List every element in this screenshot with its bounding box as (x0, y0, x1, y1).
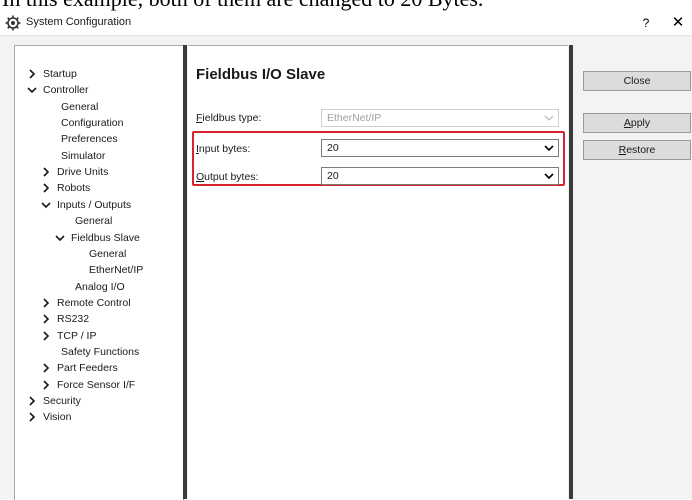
panel-divider[interactable] (183, 45, 187, 499)
chevron-right-icon[interactable] (41, 377, 51, 393)
tree-item[interactable]: Drive Units (15, 164, 181, 180)
chevron-down-icon (544, 145, 554, 152)
tree-item-label: Remote Control (57, 296, 131, 309)
tree-item-label: General (75, 215, 113, 228)
tree-item-label: Preferences (61, 133, 118, 146)
apply-button[interactable]: Apply (583, 113, 691, 133)
tree-item-label: Force Sensor I/F (57, 378, 136, 391)
tree-item[interactable]: Remote Control (15, 295, 181, 311)
tree-item[interactable]: Configuration (15, 115, 181, 131)
tree-item-label: RS232 (57, 313, 90, 326)
tree-item-label: Vision (43, 411, 72, 424)
tree-item-label: Simulator (61, 149, 106, 162)
chevron-right-icon[interactable] (41, 360, 51, 376)
tree-item-label: Part Feeders (57, 362, 118, 375)
panel-divider[interactable] (569, 45, 573, 499)
page-title: Fieldbus I/O Slave (196, 66, 326, 83)
tree-item-label: TCP / IP (57, 329, 97, 342)
title-bar: System Configuration ? ✕ (0, 11, 692, 36)
chevron-right-icon[interactable] (41, 180, 51, 196)
chevron-right-icon[interactable] (27, 66, 37, 82)
chevron-right-icon[interactable] (27, 393, 37, 409)
output-bytes-label: Output bytes: (196, 171, 259, 183)
restore-button[interactable]: Restore (583, 140, 691, 160)
tree-item-label: Robots (57, 182, 91, 195)
tree-item[interactable]: General (15, 213, 181, 229)
chevron-down-icon (544, 173, 554, 180)
chevron-right-icon[interactable] (41, 328, 51, 344)
fieldbus-type-select: EtherNet/IP (321, 109, 559, 127)
chevron-down-icon (544, 115, 554, 121)
tree-item[interactable]: Simulator (15, 148, 181, 164)
window-title: System Configuration (26, 16, 132, 28)
tree-item[interactable]: Inputs / Outputs (15, 197, 181, 213)
settings-tree: Startup Controller General Configuration Pre… (14, 45, 184, 500)
tree-item-label: Security (43, 395, 81, 407)
tree-item[interactable]: Controller (15, 82, 181, 98)
tree-item[interactable]: Fieldbus Slave (15, 230, 181, 246)
tree-item[interactable]: Vision (15, 409, 181, 425)
close-window-button[interactable]: ✕ (668, 13, 688, 33)
tree-item[interactable]: Security (15, 393, 181, 409)
tree-item[interactable]: Analog I/O (15, 279, 181, 295)
tree-item-label: General (61, 100, 99, 113)
chevron-right-icon[interactable] (41, 164, 51, 180)
settings-content-panel: Fieldbus I/O Slave Fieldbus type: EtherN… (188, 45, 568, 500)
output-bytes-select[interactable]: 20 (321, 167, 559, 185)
tree-item-label: General (89, 247, 127, 260)
tree-item[interactable]: Preferences (15, 131, 181, 147)
chevron-right-icon[interactable] (41, 295, 51, 311)
tree-item-label: Startup (43, 68, 77, 80)
actions-panel: Close Apply Restore (574, 45, 692, 499)
input-bytes-select[interactable]: 20 (321, 139, 559, 157)
tree-item-label: Drive Units (57, 166, 109, 179)
tree-item[interactable]: TCP / IP (15, 328, 181, 344)
tree-item[interactable]: Force Sensor I/F (15, 377, 181, 393)
tree-item-label: Analog I/O (75, 280, 125, 293)
gear-icon (5, 15, 21, 31)
tree-item[interactable]: Safety Functions (15, 344, 181, 360)
tree-item[interactable]: Part Feeders (15, 360, 181, 376)
tree-item-label: Configuration (61, 117, 124, 130)
chevron-right-icon[interactable] (41, 311, 51, 327)
tree-item[interactable]: Robots (15, 180, 181, 196)
tree-item[interactable]: RS232 (15, 311, 181, 327)
close-button[interactable]: Close (583, 71, 691, 91)
chevron-down-icon[interactable] (27, 82, 37, 98)
chevron-right-icon[interactable] (27, 409, 37, 425)
tree-item[interactable]: EtherNet/IP (15, 262, 181, 278)
tree-item-label: Fieldbus Slave (71, 231, 140, 244)
tree-item[interactable]: General (15, 99, 181, 115)
fieldbus-type-label: Fieldbus type: (196, 112, 262, 124)
tree-item-label: EtherNet/IP (89, 264, 144, 277)
tree-item-label: Controller (43, 84, 89, 97)
tree-item-label: Inputs / Outputs (57, 198, 132, 211)
chevron-down-icon[interactable] (55, 230, 65, 246)
help-button[interactable]: ? (637, 14, 655, 32)
tree-item-label: Safety Functions (61, 345, 140, 358)
input-bytes-label: Input bytes: (196, 143, 251, 155)
system-configuration-window: System Configuration ? ✕ Startup Controll… (0, 11, 692, 500)
tree-item[interactable]: Startup (15, 66, 181, 82)
tree-item[interactable]: General (15, 246, 181, 262)
chevron-down-icon[interactable] (41, 197, 51, 213)
